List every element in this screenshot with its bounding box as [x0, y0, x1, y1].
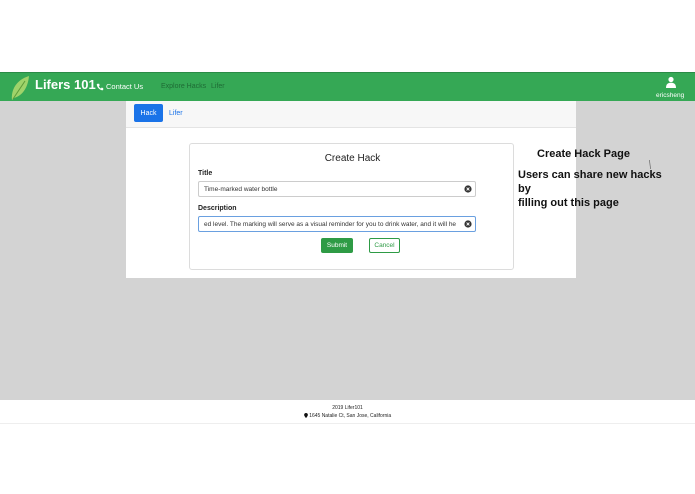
tab-hack[interactable]: Hack: [134, 104, 163, 122]
nav-lifer[interactable]: Lifer: [211, 83, 225, 90]
tab-lifer[interactable]: Lifer: [169, 110, 183, 117]
description-label: Description: [198, 205, 237, 212]
user-icon[interactable]: [665, 76, 677, 88]
title-label: Title: [198, 170, 213, 177]
description-input[interactable]: ed level. The marking will serve as a vi…: [198, 216, 476, 232]
form-heading: Create Hack: [324, 153, 381, 164]
brand-name[interactable]: Lifers 101: [35, 77, 96, 92]
create-hack-form: Create Hack Title Time-marked water bott…: [189, 143, 514, 270]
main-panel: Hack Lifer Create Hack Title Time-marked…: [126, 101, 576, 278]
phone-icon: [96, 83, 104, 90]
user-name[interactable]: ericsheng: [656, 92, 684, 99]
clear-x-icon[interactable]: [464, 185, 472, 193]
footer-address-text: 1645 Natalie Ct, San Jose, California: [309, 413, 392, 419]
map-pin-icon: [303, 413, 308, 418]
nav-contact-label: Contact Us: [106, 82, 144, 91]
navbar: Lifers 101 Contact Us Explore Hacks Life…: [0, 72, 695, 101]
cursor-icon: [649, 160, 651, 170]
nav-contact-us[interactable]: Contact Us: [96, 82, 143, 91]
nav-explore-hacks[interactable]: Explore Hacks: [161, 83, 206, 90]
footer-copyright: 2019 Lifer101: [332, 405, 363, 411]
annotation-text: filling out this page: [518, 197, 619, 209]
footer: 2019 Lifer101 1645 Natalie Ct, San Jose,…: [0, 400, 695, 424]
leaf-icon: [11, 76, 30, 100]
annotation-title: Create Hack Page: [537, 148, 630, 160]
clear-x-icon[interactable]: [464, 220, 472, 228]
tab-bar: Hack Lifer: [126, 101, 576, 128]
page: Lifers 101 Contact Us Explore Hacks Life…: [0, 0, 695, 494]
title-input[interactable]: Time-marked water bottle: [198, 181, 476, 197]
annotation-text: by: [518, 183, 531, 195]
footer-address: 1645 Natalie Ct, San Jose, California: [0, 413, 695, 419]
submit-button[interactable]: Submit: [321, 238, 353, 253]
cancel-button[interactable]: Cancel: [369, 238, 400, 253]
annotation-text: Users can share new hacks: [518, 169, 662, 181]
